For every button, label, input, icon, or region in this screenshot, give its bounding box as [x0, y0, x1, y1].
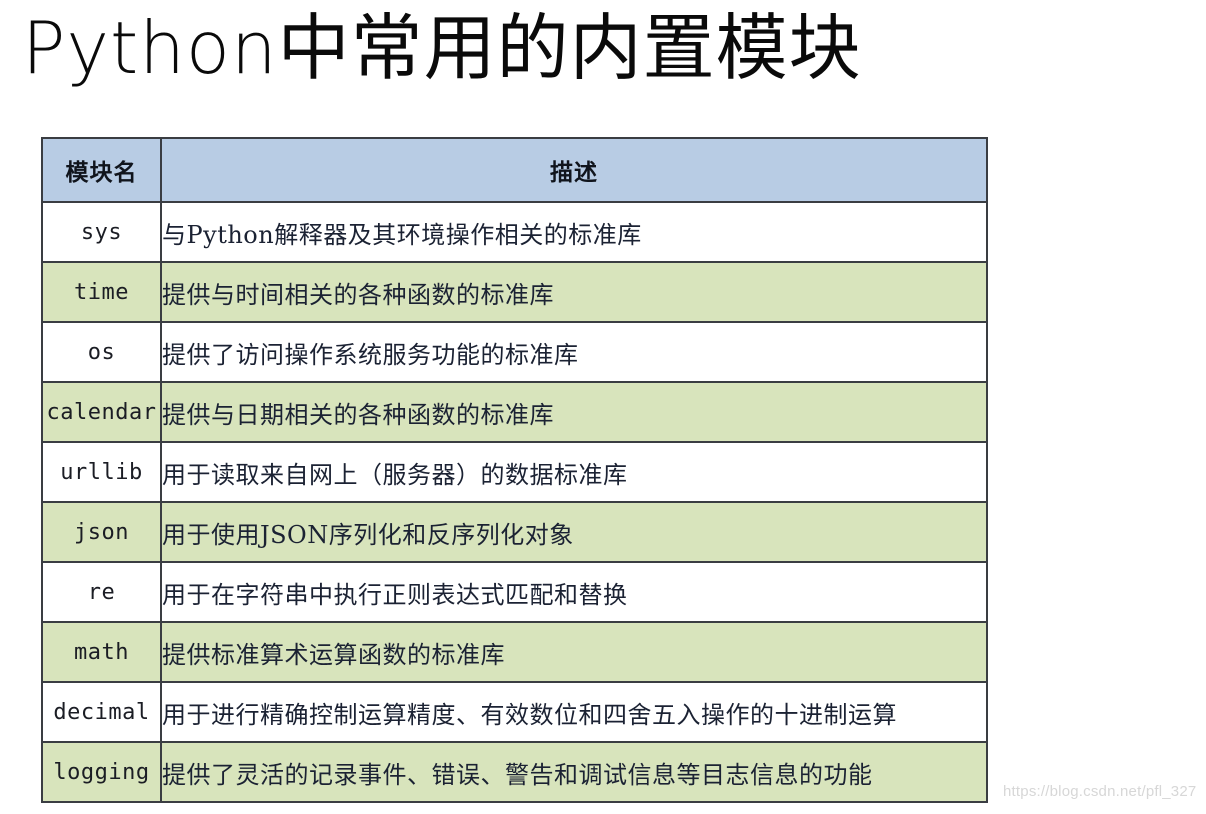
- module-description-cell: 提供标准算术运算函数的标准库: [160, 621, 988, 683]
- column-header-module-name: 模块名: [41, 137, 162, 203]
- module-name-cell: os: [41, 321, 162, 383]
- module-description-cell: 用于进行精确控制运算精度、有效数位和四舍五入操作的十进制运算: [160, 681, 988, 743]
- module-name-cell: urllib: [41, 441, 162, 503]
- table-row: json 用于使用JSON序列化和反序列化对象: [41, 501, 988, 563]
- table-body: sys 与Python解释器及其环境操作相关的标准库 time 提供与时间相关的各种函…: [41, 201, 988, 803]
- table-row: time 提供与时间相关的各种函数的标准库: [41, 261, 988, 323]
- builtin-modules-table: 模块名 描述 sys 与Python解释器及其环境操作相关的标准库 time 提供与时…: [41, 137, 988, 803]
- module-description-cell: 提供与日期相关的各种函数的标准库: [160, 381, 988, 443]
- table-row: math 提供标准算术运算函数的标准库: [41, 621, 988, 683]
- module-name-cell: math: [41, 621, 162, 683]
- module-name-cell: json: [41, 501, 162, 563]
- module-description-cell: 提供了访问操作系统服务功能的标准库: [160, 321, 988, 383]
- module-description-cell: 用于在字符串中执行正则表达式匹配和替换: [160, 561, 988, 623]
- table-row: decimal 用于进行精确控制运算精度、有效数位和四舍五入操作的十进制运算: [41, 681, 988, 743]
- table-row: os 提供了访问操作系统服务功能的标准库: [41, 321, 988, 383]
- table-row: logging 提供了灵活的记录事件、错误、警告和调试信息等目志信息的功能: [41, 741, 988, 803]
- module-description-cell: 用于使用JSON序列化和反序列化对象: [160, 501, 988, 563]
- module-description-cell: 提供了灵活的记录事件、错误、警告和调试信息等目志信息的功能: [160, 741, 988, 803]
- page-title: Python中常用的内置模块: [22, 6, 862, 90]
- module-description-cell: 提供与时间相关的各种函数的标准库: [160, 261, 988, 323]
- builtin-modules-table-container: 模块名 描述 sys 与Python解释器及其环境操作相关的标准库 time 提供与时…: [41, 137, 988, 803]
- module-description-cell: 与Python解释器及其环境操作相关的标准库: [160, 201, 988, 263]
- table-row: urllib 用于读取来自网上（服务器）的数据标准库: [41, 441, 988, 503]
- column-header-description: 描述: [160, 137, 988, 203]
- watermark: https://blog.csdn.net/pfl_327: [1003, 783, 1197, 800]
- module-name-cell: re: [41, 561, 162, 623]
- module-name-cell: time: [41, 261, 162, 323]
- table-row: sys 与Python解释器及其环境操作相关的标准库: [41, 201, 988, 263]
- table-header: 模块名 描述: [41, 137, 988, 203]
- module-name-cell: decimal: [41, 681, 162, 743]
- module-name-cell: logging: [41, 741, 162, 803]
- table-header-row: 模块名 描述: [41, 137, 988, 203]
- module-name-cell: sys: [41, 201, 162, 263]
- module-description-cell: 用于读取来自网上（服务器）的数据标准库: [160, 441, 988, 503]
- module-name-cell: calendar: [41, 381, 162, 443]
- table-row: re 用于在字符串中执行正则表达式匹配和替换: [41, 561, 988, 623]
- table-row: calendar 提供与日期相关的各种函数的标准库: [41, 381, 988, 443]
